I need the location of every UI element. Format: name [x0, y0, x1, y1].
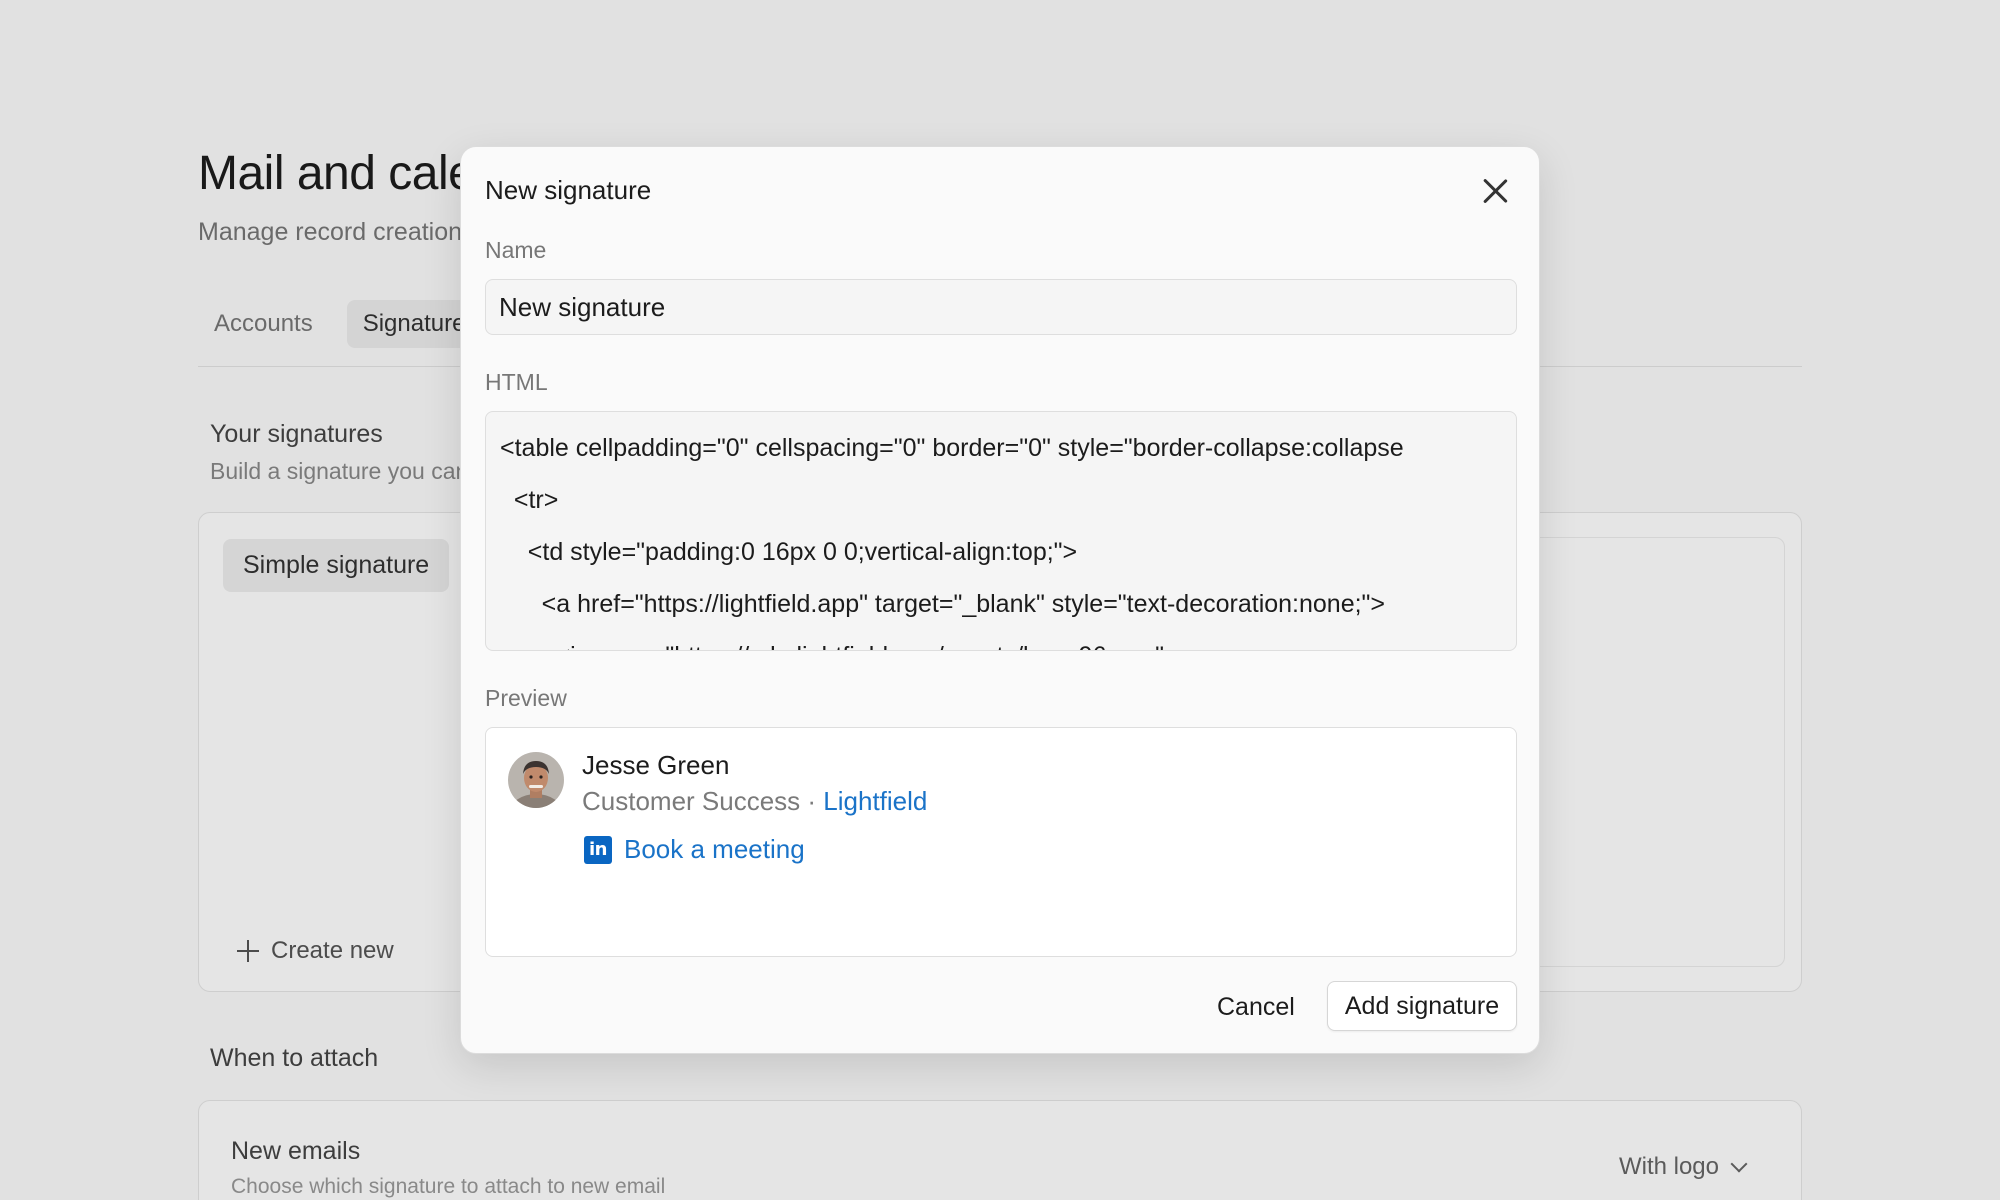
close-icon[interactable] — [1481, 177, 1509, 205]
preview-separator: · — [800, 786, 824, 816]
new-signature-dialog: New signature Name HTML <table cellpaddi… — [460, 146, 1540, 1054]
preview-role-line: Customer Success · Lightfield — [582, 786, 927, 817]
linkedin-icon: in — [584, 835, 612, 864]
add-signature-button[interactable]: Add signature — [1327, 981, 1517, 1031]
signature-name-input[interactable] — [485, 279, 1517, 335]
dialog-title: New signature — [485, 175, 652, 205]
preview-company-link[interactable]: Lightfield — [823, 786, 927, 816]
code-line: <img src="https://cdn.lightfield.app/ass… — [500, 630, 1502, 650]
book-meeting-link[interactable]: in Book a meeting — [584, 834, 805, 865]
preview-label: Preview — [485, 685, 567, 711]
signature-preview: Jesse Green Customer Success · Lightfiel… — [485, 727, 1517, 957]
preview-role: Customer Success — [582, 786, 801, 816]
html-label: HTML — [485, 369, 548, 395]
cancel-button[interactable]: Cancel — [1201, 983, 1311, 1031]
preview-name: Jesse Green — [582, 750, 730, 780]
name-label: Name — [485, 237, 547, 263]
avatar — [508, 752, 564, 808]
book-meeting-label: Book a meeting — [624, 834, 805, 864]
code-line: <tr> — [500, 486, 559, 514]
html-editor[interactable]: <table cellpadding="0" cellspacing="0" b… — [485, 411, 1517, 651]
code-line: <td style="padding:0 16px 0 0;vertical-a… — [500, 538, 1078, 566]
code-line: <a href="https://lightfield.app" target=… — [500, 590, 1386, 618]
code-line: <table cellpadding="0" cellspacing="0" b… — [500, 434, 1404, 462]
